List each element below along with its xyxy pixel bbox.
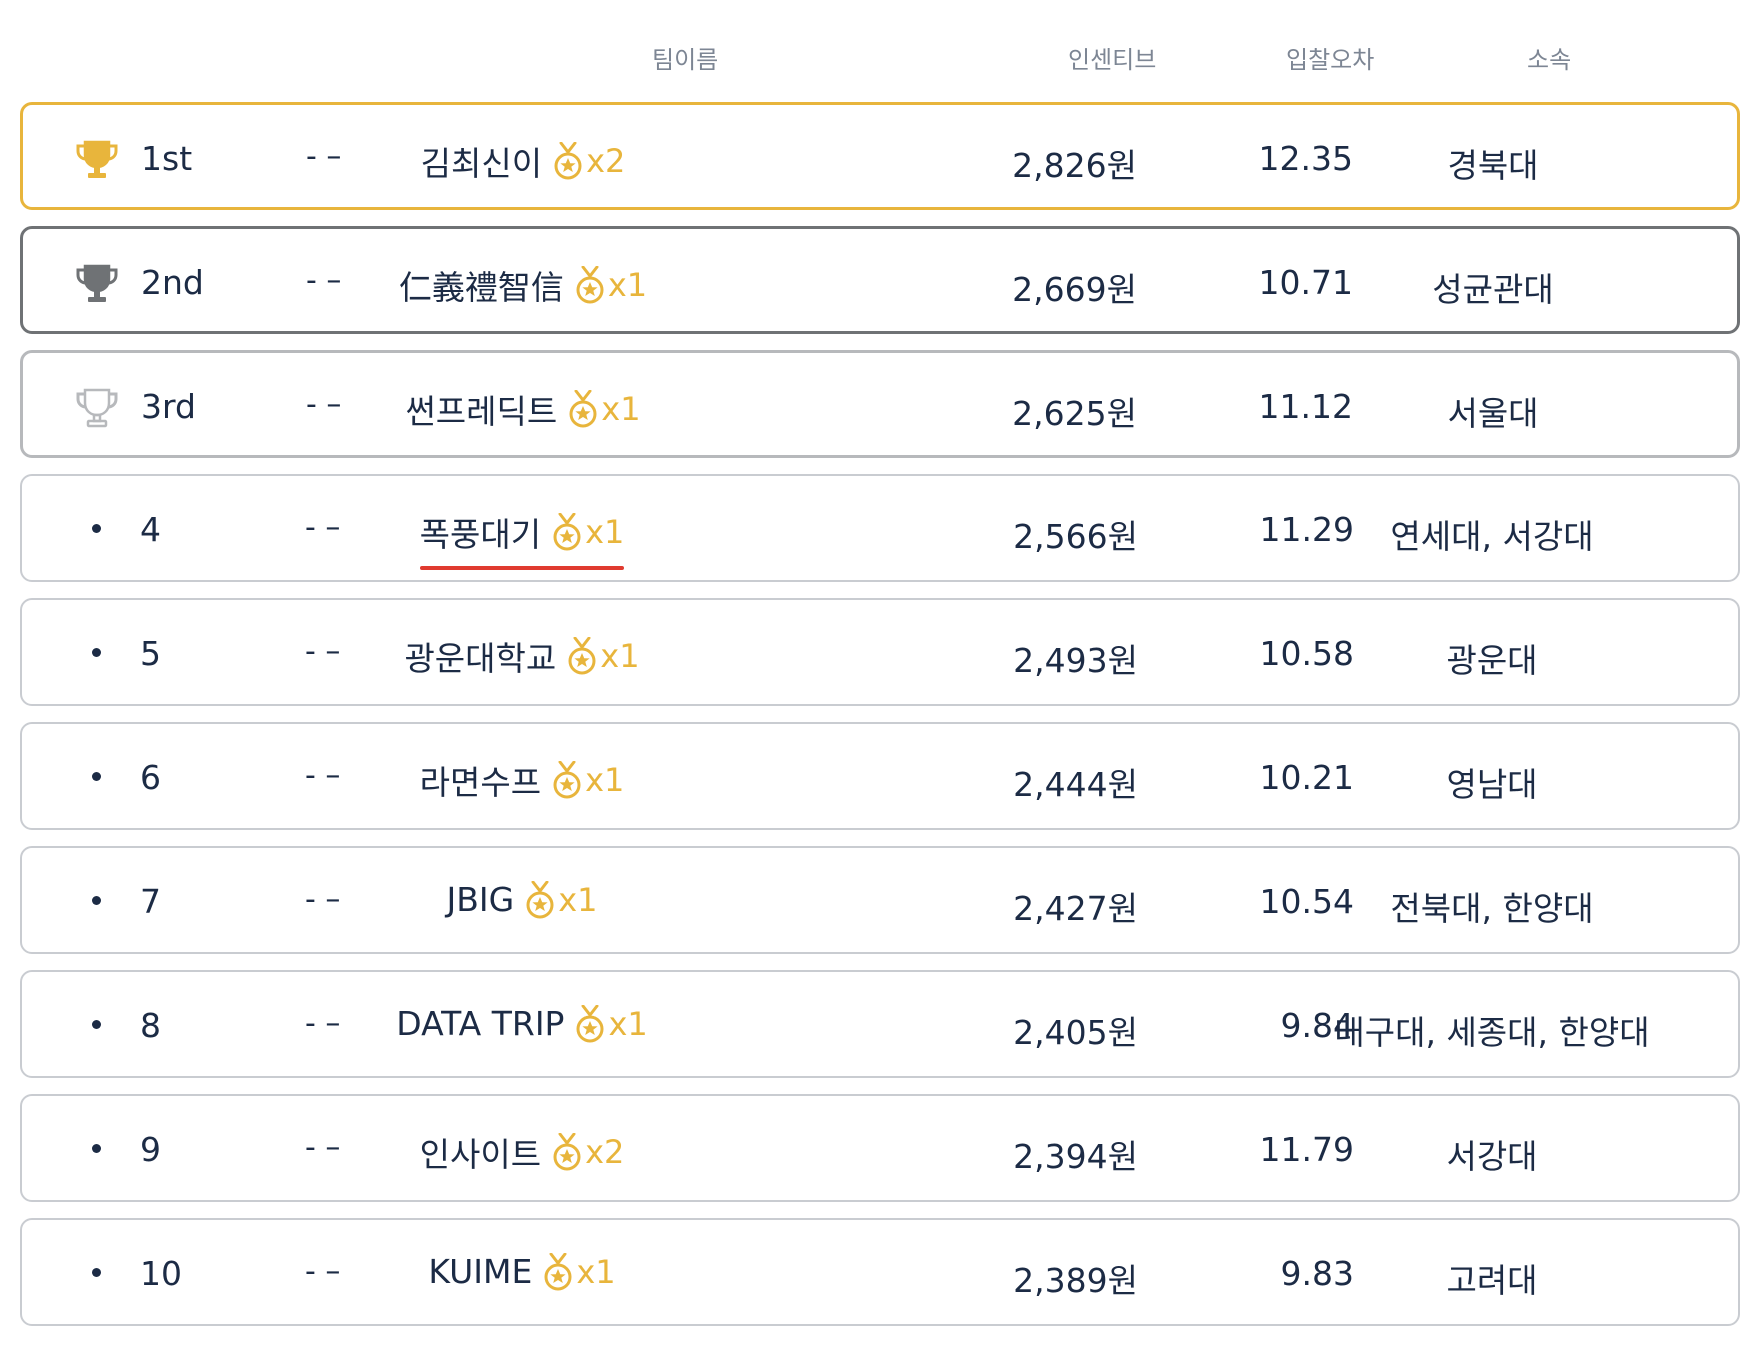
team-name[interactable]: 폭풍대기 bbox=[420, 508, 541, 556]
affiliation-value: 대구대, 세종대, 한양대 bbox=[1334, 1013, 1650, 1052]
team-name[interactable]: DATA TRIP bbox=[396, 1004, 564, 1043]
team-cell[interactable]: 라면수프 x1 bbox=[420, 756, 625, 804]
leaderboard-row[interactable]: 1st - – 김최신이 x2 2,826원 12.35 경북대 bbox=[20, 102, 1740, 210]
team-cell[interactable]: 광운대학교 x1 bbox=[404, 632, 640, 680]
team-name[interactable]: 김최신이 bbox=[421, 137, 542, 185]
header-error[interactable]: 입찰오차 bbox=[1286, 40, 1374, 75]
leaderboard-header: 팀이름 인센티브 입찰오차 소속 bbox=[0, 28, 1756, 88]
leaderboard-rows: 1st - – 김최신이 x2 2,826원 12.35 경북대 2nd - – bbox=[20, 102, 1740, 1342]
team-cell-wrap: DATA TRIP x1 bbox=[22, 1004, 1022, 1043]
team-cell[interactable]: 썬프레딕트 x1 bbox=[405, 385, 641, 433]
medal-count: x1 bbox=[607, 266, 648, 304]
team-cell-wrap: 仁義禮智信 x1 bbox=[23, 261, 1023, 309]
team-name[interactable]: 광운대학교 bbox=[404, 632, 556, 680]
medal-icon bbox=[554, 142, 582, 180]
team-cell-wrap: 인사이트 x2 bbox=[22, 1128, 1022, 1176]
team-cell-wrap: 김최신이 x2 bbox=[23, 137, 1023, 185]
medal-count: x1 bbox=[601, 390, 641, 428]
leaderboard-row[interactable]: 7 - – JBIG x1 2,427원 10.54 전북대, 한양대 bbox=[20, 846, 1740, 954]
incentive-value: 2,566원 bbox=[1013, 517, 1138, 556]
affiliation-value: 연세대, 서강대 bbox=[1390, 517, 1594, 556]
team-cell-wrap: 썬프레딕트 x1 bbox=[23, 385, 1023, 433]
incentive-value: 2,669원 bbox=[1012, 270, 1137, 309]
leaderboard-row[interactable]: 6 - – 라면수프 x1 2,444원 10.21 영남대 bbox=[20, 722, 1740, 830]
incentive-value: 2,394원 bbox=[1013, 1137, 1138, 1176]
team-cell-wrap: KUIME x1 bbox=[22, 1252, 1022, 1291]
team-cell[interactable]: 인사이트 x2 bbox=[420, 1128, 625, 1176]
medal-icon bbox=[553, 513, 581, 551]
leaderboard-row[interactable]: 5 - – 광운대학교 x1 2,493원 10.58 광운대 bbox=[20, 598, 1740, 706]
medal-icon bbox=[568, 637, 596, 675]
team-name[interactable]: 썬프레딕트 bbox=[405, 385, 557, 433]
incentive-value: 2,493원 bbox=[1013, 641, 1138, 680]
medal-icon bbox=[576, 1004, 604, 1042]
header-team[interactable]: 팀이름 bbox=[652, 40, 718, 75]
affiliation-value: 서강대 bbox=[1446, 1137, 1538, 1176]
team-name[interactable]: 라면수프 bbox=[420, 756, 541, 804]
affiliation-value: 광운대 bbox=[1446, 641, 1538, 680]
team-cell-wrap: 폭풍대기 x1 bbox=[22, 508, 1022, 570]
incentive-value: 2,444원 bbox=[1013, 765, 1138, 804]
leaderboard-row[interactable]: 4 - – 폭풍대기 x1 2,566원 11.29 연세대, 서강대 bbox=[20, 474, 1740, 582]
team-cell[interactable]: 仁義禮智信 x1 bbox=[399, 261, 647, 309]
affiliation-value: 성균관대 bbox=[1432, 270, 1554, 309]
incentive-value: 2,427원 bbox=[1013, 889, 1138, 928]
medal-icon bbox=[544, 1252, 572, 1290]
team-cell[interactable]: 폭풍대기 x1 bbox=[419, 508, 625, 570]
affiliation-value: 전북대, 한양대 bbox=[1390, 889, 1594, 928]
incentive-value: 2,389원 bbox=[1013, 1261, 1138, 1300]
team-cell-wrap: JBIG x1 bbox=[22, 880, 1022, 919]
affiliation-value: 서울대 bbox=[1447, 394, 1539, 433]
affiliation-value: 고려대 bbox=[1446, 1261, 1538, 1300]
medal-icon bbox=[553, 761, 581, 799]
leaderboard-row[interactable]: 3rd - – 썬프레딕트 x1 2,625원 11.12 서울대 bbox=[20, 350, 1740, 458]
team-cell-wrap: 광운대학교 x1 bbox=[22, 632, 1022, 680]
leaderboard-row[interactable]: 8 - – DATA TRIP x1 2,405원 9.84 대구대, 세종대,… bbox=[20, 970, 1740, 1078]
medal-count: x1 bbox=[600, 637, 640, 675]
medal-icon bbox=[526, 880, 554, 918]
medal-icon bbox=[576, 266, 604, 304]
team-cell[interactable]: DATA TRIP x1 bbox=[396, 1004, 648, 1043]
medal-count: x1 bbox=[608, 1004, 648, 1043]
team-name[interactable]: 仁義禮智信 bbox=[399, 261, 564, 309]
team-name[interactable]: KUIME bbox=[428, 1252, 532, 1291]
medal-icon bbox=[569, 390, 597, 428]
leaderboard-row[interactable]: 9 - – 인사이트 x2 2,394원 11.79 서강대 bbox=[20, 1094, 1740, 1202]
incentive-value: 2,625원 bbox=[1012, 394, 1137, 433]
medal-count: x2 bbox=[585, 1133, 625, 1171]
leaderboard-row[interactable]: 2nd - – 仁義禮智信 x1 2,669원 10.71 성균관대 bbox=[20, 226, 1740, 334]
header-incentive[interactable]: 인센티브 bbox=[1068, 40, 1156, 75]
medal-icon bbox=[553, 1133, 581, 1171]
team-cell[interactable]: KUIME x1 bbox=[428, 1252, 615, 1291]
team-cell[interactable]: 김최신이 x2 bbox=[421, 137, 626, 185]
leaderboard-row[interactable]: 10 - – KUIME x1 2,389원 9.83 고려대 bbox=[20, 1218, 1740, 1326]
medal-count: x1 bbox=[585, 513, 625, 551]
incentive-value: 2,405원 bbox=[1013, 1013, 1138, 1052]
incentive-value: 2,826원 bbox=[1012, 146, 1137, 185]
team-name[interactable]: 인사이트 bbox=[420, 1128, 541, 1176]
medal-count: x2 bbox=[586, 142, 626, 180]
affiliation-value: 영남대 bbox=[1446, 765, 1538, 804]
team-cell[interactable]: JBIG x1 bbox=[447, 880, 598, 919]
team-highlight-underline bbox=[419, 566, 625, 570]
team-name[interactable]: JBIG bbox=[447, 880, 515, 919]
header-affiliation[interactable]: 소속 bbox=[1527, 40, 1571, 75]
team-cell-wrap: 라면수프 x1 bbox=[22, 756, 1022, 804]
affiliation-value: 경북대 bbox=[1447, 146, 1539, 185]
medal-count: x1 bbox=[585, 761, 625, 799]
medal-count: x1 bbox=[558, 880, 598, 919]
medal-count: x1 bbox=[576, 1252, 616, 1291]
leaderboard: 팀이름 인센티브 입찰오차 소속 1st - – 김최신이 x2 2,826원 bbox=[0, 0, 1756, 1366]
